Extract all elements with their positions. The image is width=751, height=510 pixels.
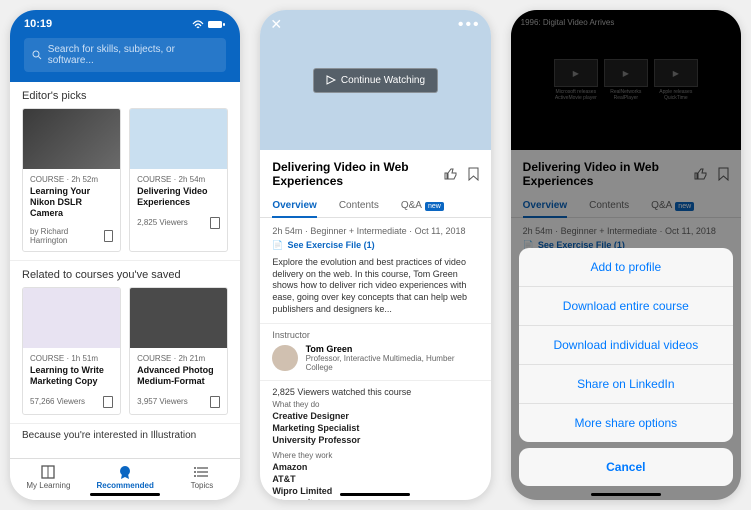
video-player[interactable]: ✕ ••• Continue Watching <box>260 10 490 150</box>
card-footer-text: 3,957 Viewers <box>137 397 188 406</box>
tab-label: Recommended <box>96 481 153 490</box>
file-icon: 📄 <box>272 240 283 251</box>
sheet-cancel[interactable]: Cancel <box>519 448 733 486</box>
viewers-count: 2,825 Viewers watched this course <box>260 380 490 400</box>
bookmark-icon[interactable] <box>104 230 114 242</box>
tab-contents[interactable]: Contents <box>339 194 379 217</box>
sheet-more-options[interactable]: More share options <box>519 403 733 442</box>
tab-topics[interactable]: Topics <box>164 465 241 490</box>
phone-home: 10:19 Search for skills, subjects, or so… <box>10 10 240 500</box>
card-title: Delivering Video Experiences <box>137 186 220 208</box>
exercise-file-link[interactable]: 📄 See Exercise File (1) <box>260 240 490 257</box>
course-tabs: Overview Contents Q&Anew <box>260 194 490 218</box>
role-item: Creative Designer <box>260 411 490 423</box>
card-title: Learning Your Nikon DSLR Camera <box>30 186 113 218</box>
course-card[interactable]: COURSE · 2h 21m Advanced Photog Medium-F… <box>129 287 228 415</box>
tab-qa[interactable]: Q&Anew <box>401 194 444 217</box>
badge-icon <box>117 465 133 479</box>
bookmark-icon[interactable] <box>468 167 479 181</box>
search-icon <box>32 50 42 60</box>
where-they-work-label: Where they work <box>260 451 490 462</box>
course-title: Delivering Video in Web Experiences <box>272 160 443 188</box>
tab-label: Q&A <box>401 200 422 211</box>
bookmark-icon[interactable] <box>210 396 220 408</box>
section-title-related: Related to courses you've saved <box>10 261 240 287</box>
bookmark-icon[interactable] <box>103 396 113 408</box>
search-input[interactable]: Search for skills, subjects, or software… <box>24 38 226 72</box>
action-sheet: Add to profile Download entire course Do… <box>511 240 741 500</box>
like-icon[interactable] <box>444 167 458 181</box>
sheet-share-linkedin[interactable]: Share on LinkedIn <box>519 364 733 403</box>
phone-share-sheet: 1996: Digital Video Arrives ▶Microsoft r… <box>511 10 741 500</box>
avatar <box>272 345 297 371</box>
wifi-icon <box>192 20 204 29</box>
card-row: COURSE · 1h 51m Learning to Write Market… <box>10 287 240 415</box>
battery-icon <box>208 20 226 29</box>
book-icon <box>40 465 56 479</box>
instructor-role: Professor, Interactive Multimedia, Humbe… <box>306 354 479 372</box>
sheet-download-videos[interactable]: Download individual videos <box>519 325 733 364</box>
instructor-name: Tom Green <box>306 344 479 354</box>
what-they-do-label: What they do <box>260 400 490 411</box>
role-item: Marketing Specialist <box>260 423 490 435</box>
card-row: COURSE · 2h 52m Learning Your Nikon DSLR… <box>10 108 240 252</box>
close-icon[interactable]: ✕ <box>270 16 282 34</box>
instructor-heading: Instructor <box>260 323 490 344</box>
card-thumbnail <box>130 288 227 348</box>
section-title-interest: Because you're interested in Illustratio… <box>10 424 240 447</box>
new-badge: new <box>425 202 444 211</box>
company-item: Amazon <box>260 462 490 474</box>
course-card[interactable]: COURSE · 1h 51m Learning to Write Market… <box>22 287 121 415</box>
card-meta: COURSE · 2h 21m <box>137 354 220 363</box>
continue-label: Continue Watching <box>341 75 425 86</box>
tab-my-learning[interactable]: My Learning <box>10 465 87 490</box>
tab-overview[interactable]: Overview <box>272 194 316 217</box>
tab-recommended[interactable]: Recommended <box>87 465 164 490</box>
card-meta: COURSE · 2h 54m <box>137 175 220 184</box>
card-thumbnail <box>130 109 227 169</box>
course-card[interactable]: COURSE · 2h 52m Learning Your Nikon DSLR… <box>22 108 121 252</box>
course-meta: 2h 54m · Beginner + Intermediate · Oct 1… <box>260 218 490 240</box>
status-icons <box>192 20 226 29</box>
company-item: AT&T <box>260 474 490 486</box>
clock: 10:19 <box>24 18 52 30</box>
company-item: Microsoft <box>260 498 490 500</box>
card-thumbnail <box>23 288 120 348</box>
instructor-row[interactable]: Tom Green Professor, Interactive Multime… <box>260 344 490 380</box>
card-footer-text: 2,825 Viewers <box>137 218 188 227</box>
course-description: Explore the evolution and best practices… <box>260 257 490 323</box>
course-card[interactable]: COURSE · 2h 54m Delivering Video Experie… <box>129 108 228 252</box>
bookmark-icon[interactable] <box>210 217 220 229</box>
card-title: Advanced Photog Medium-Format <box>137 365 220 387</box>
continue-watching-button[interactable]: Continue Watching <box>313 68 438 93</box>
card-meta: COURSE · 1h 51m <box>30 354 113 363</box>
card-thumbnail <box>23 109 120 169</box>
exercise-label: See Exercise File (1) <box>288 240 375 251</box>
role-item: University Professor <box>260 435 490 447</box>
tab-label: My Learning <box>26 481 70 490</box>
search-placeholder: Search for skills, subjects, or software… <box>48 44 219 66</box>
sheet-download-course[interactable]: Download entire course <box>519 286 733 325</box>
home-indicator[interactable] <box>340 493 410 496</box>
sheet-add-profile[interactable]: Add to profile <box>519 248 733 286</box>
more-icon[interactable]: ••• <box>458 16 481 34</box>
header: 10:19 Search for skills, subjects, or so… <box>10 10 240 82</box>
home-indicator[interactable] <box>90 493 160 496</box>
card-meta: COURSE · 2h 52m <box>30 175 113 184</box>
card-title: Learning to Write Marketing Copy <box>30 365 113 387</box>
card-footer-text: by Richard Harrington <box>30 227 104 245</box>
home-indicator[interactable] <box>591 493 661 496</box>
play-icon <box>326 75 336 85</box>
phone-course-detail: ✕ ••• Continue Watching Delivering Video… <box>260 10 490 500</box>
card-footer-text: 57,266 Viewers <box>30 397 85 406</box>
tab-label: Topics <box>191 481 214 490</box>
status-bar: 10:19 <box>24 18 226 30</box>
list-icon <box>194 465 210 479</box>
section-title-picks: Editor's picks <box>10 82 240 108</box>
